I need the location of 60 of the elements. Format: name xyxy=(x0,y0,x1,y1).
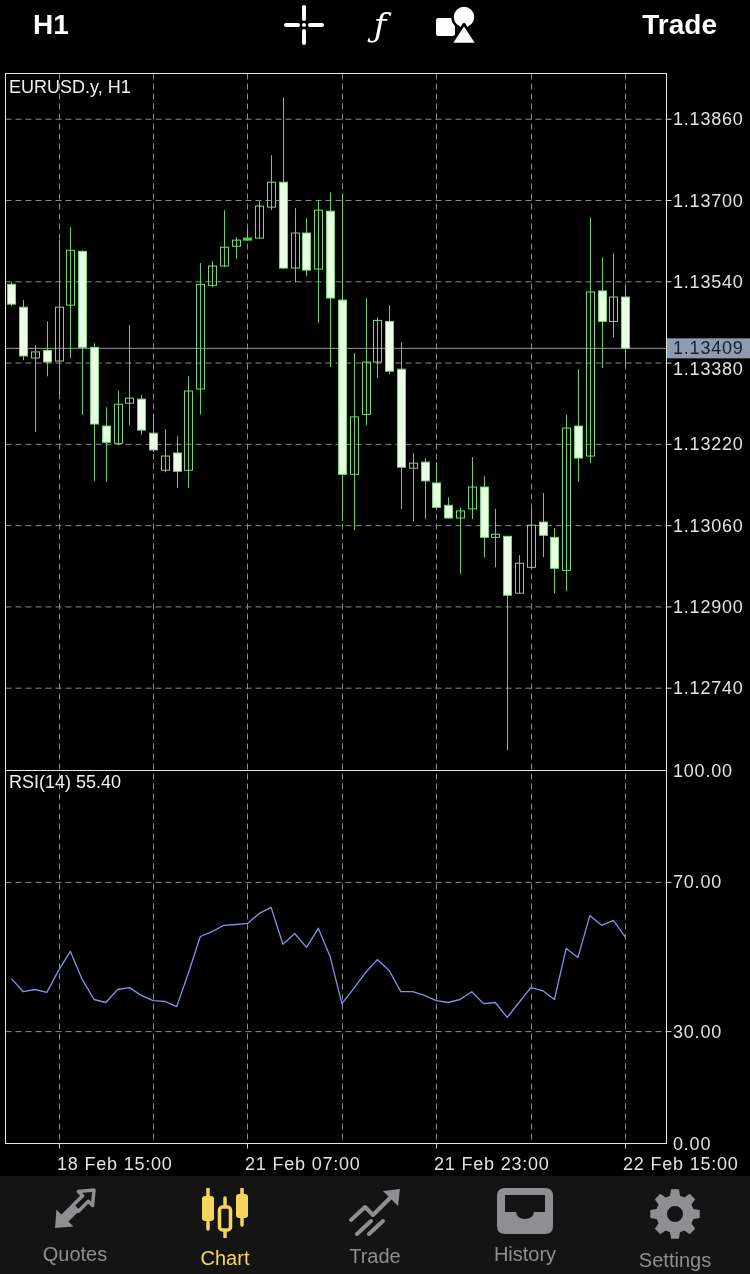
candlestick xyxy=(255,200,264,239)
tab-bar-item[interactable]: History xyxy=(450,1176,600,1274)
candlestick xyxy=(149,414,158,453)
candlestick xyxy=(208,260,217,288)
candlestick xyxy=(527,508,536,570)
symbol-label: EURUSD.y, H1 xyxy=(9,77,131,97)
price-label: 1.13220 xyxy=(673,434,744,455)
candlestick xyxy=(539,492,548,558)
crosshair-icon[interactable] xyxy=(283,5,324,45)
candlestick xyxy=(468,456,477,520)
time-label: 21 Feb 23:00 xyxy=(434,1154,550,1174)
candlestick xyxy=(243,228,252,242)
candlestick xyxy=(421,457,430,520)
candlestick-icon xyxy=(199,1188,251,1238)
tab-bar-item[interactable]: Trade xyxy=(300,1176,450,1274)
candlestick xyxy=(19,299,28,361)
price-label: 1.13380 xyxy=(673,359,744,380)
candlestick xyxy=(232,236,241,260)
rsi-axis-label: 70.00 xyxy=(673,872,723,893)
trend-arrow-icon xyxy=(348,1188,402,1236)
candlestick xyxy=(137,394,146,436)
candlestick xyxy=(267,154,276,211)
current-price-tag: 1.13409 xyxy=(667,338,750,359)
tab-bar-item[interactable]: Chart xyxy=(150,1176,300,1274)
time-label: 22 Feb 15:00 xyxy=(623,1154,739,1174)
candlestick xyxy=(385,304,394,375)
price-label: 1.12900 xyxy=(673,596,744,617)
price-label: 1.13860 xyxy=(673,109,744,130)
candlestick xyxy=(114,390,123,446)
price-label: 1.13700 xyxy=(673,190,744,211)
candlestick xyxy=(220,209,229,268)
candlestick xyxy=(515,554,524,594)
candlestick xyxy=(173,435,182,489)
rsi-axis-label: 0.00 xyxy=(673,1133,712,1154)
rsi-axis-label: 30.00 xyxy=(673,1021,723,1042)
candlestick xyxy=(491,508,500,568)
price-label: 1.13540 xyxy=(673,271,744,292)
inbox-tray-icon xyxy=(497,1188,553,1234)
rsi-axis-label: 100.00 xyxy=(673,760,733,781)
tab-bar-item[interactable]: Settings xyxy=(600,1176,750,1274)
price-label: 1.12740 xyxy=(673,678,744,699)
candlestick xyxy=(302,217,311,277)
candlestick xyxy=(409,452,418,522)
candlestick xyxy=(432,461,441,511)
rsi-label: RSI(14) 55.40 xyxy=(9,772,122,792)
time-label: 18 Feb 15:00 xyxy=(57,1154,173,1174)
tab-bar-item[interactable]: Quotes xyxy=(0,1176,150,1274)
candlestick xyxy=(444,496,453,520)
candlestick xyxy=(550,527,559,594)
trade-button[interactable]: Trade xyxy=(642,8,717,42)
candlestick xyxy=(373,316,382,379)
candlestick xyxy=(43,320,52,377)
candlestick xyxy=(456,506,465,575)
indicators-button[interactable]: ƒ xyxy=(363,0,397,50)
timeframe-button[interactable]: H1 xyxy=(33,8,69,42)
candlestick xyxy=(7,281,16,307)
settings-icon xyxy=(649,1188,701,1240)
candlestick xyxy=(161,428,170,473)
time-label: 21 Feb 07:00 xyxy=(245,1154,361,1174)
price-label: 1.13060 xyxy=(673,515,744,536)
